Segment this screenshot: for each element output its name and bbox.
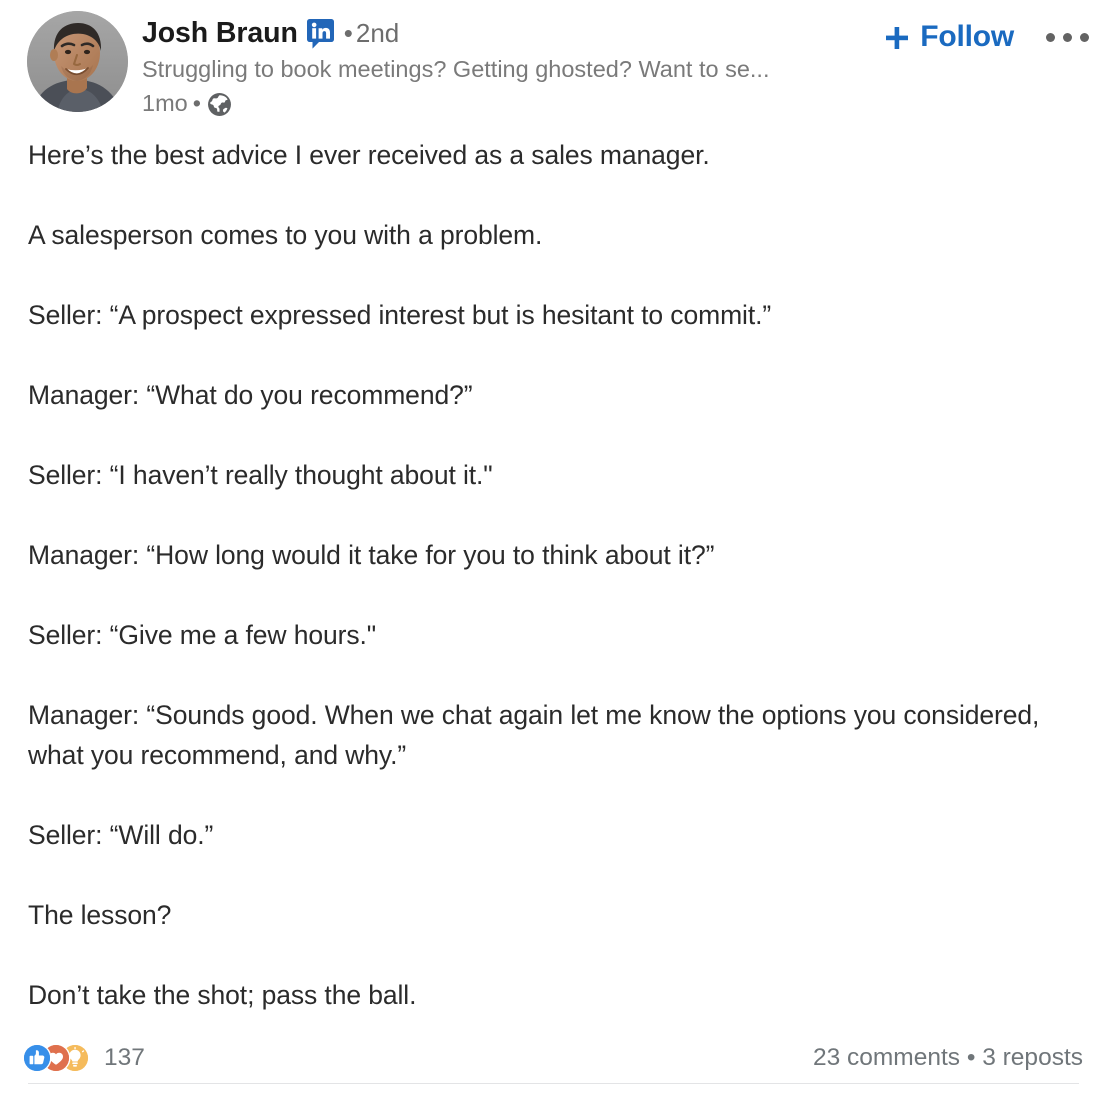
ellipsis-dot [1063,32,1072,42]
post-content[interactable]: Here’s the best advice I ever received a… [0,135,1111,1015]
post-timestamp: 1mo [142,89,188,116]
globe-icon [207,92,232,117]
ellipsis-icon[interactable] [1040,32,1095,42]
reaction-icons [24,1045,88,1071]
paragraph-spacer [28,175,1083,215]
post-paragraph: Manager: “Sounds good. When we chat agai… [28,700,1040,771]
post-paragraph: Seller: “Will do.” [28,820,214,851]
paragraph-spacer [28,575,1083,615]
paragraph-spacer [28,495,1083,535]
post-paragraph: Here’s the best advice I ever received a… [28,140,710,171]
avatar[interactable] [27,11,128,112]
social-counts: 137 23 comments • 3 reposts [24,1033,1083,1083]
plus-icon [884,25,910,51]
meta-separator: • [192,89,201,116]
paragraph-spacer [28,775,1083,815]
post-paragraph: Seller: “I haven’t really thought about … [28,460,493,491]
post-paragraph: Seller: “Give me a few hours." [28,620,377,651]
paragraph-spacer [28,335,1083,375]
reactions-summary[interactable]: 137 [24,1044,145,1072]
ellipsis-dot [1046,32,1055,42]
author-identity: Josh Braun • 2nd Struggling to book meet… [142,11,884,116]
author-name-row[interactable]: Josh Braun • 2nd [142,18,884,49]
post-footer: 137 23 comments • 3 reposts [0,1033,1111,1110]
engagement-summary[interactable]: 23 comments • 3 reposts [813,1044,1083,1072]
author-name[interactable]: Josh Braun [142,19,298,48]
post-paragraph: Seller: “A prospect expressed interest b… [28,300,772,331]
name-separator: • [343,18,353,48]
paragraph-spacer [28,255,1083,295]
post-header: Josh Braun • 2nd Struggling to book meet… [0,0,1111,116]
linkedin-post: Josh Braun • 2nd Struggling to book meet… [0,0,1111,1110]
paragraph-spacer [28,415,1083,455]
follow-button[interactable]: Follow [884,20,1014,54]
author-headline: Struggling to book meetings? Getting gho… [142,56,770,82]
paragraph-spacer [28,655,1083,695]
post-meta: 1mo • [142,91,884,116]
connection-degree: 2nd [355,18,400,48]
post-paragraph: Manager: “How long would it take for you… [28,540,715,571]
header-actions: Follow [884,11,1095,54]
post-paragraph: The lesson? [28,900,172,931]
post-paragraph: A salesperson comes to you with a proble… [28,220,543,251]
post-paragraph: Don’t take the shot; pass the ball. [28,980,417,1011]
post-paragraph: Manager: “What do you recommend?” [28,380,473,411]
footer-divider [28,1083,1079,1084]
avatar-photo[interactable] [27,11,128,112]
linkedin-logo-icon [306,19,334,49]
paragraph-spacer [28,935,1083,975]
reaction-count: 137 [104,1044,145,1071]
paragraph-spacer [28,855,1083,895]
like-reaction-icon [24,1045,50,1071]
ellipsis-dot [1080,32,1089,42]
follow-button-label: Follow [920,20,1014,53]
